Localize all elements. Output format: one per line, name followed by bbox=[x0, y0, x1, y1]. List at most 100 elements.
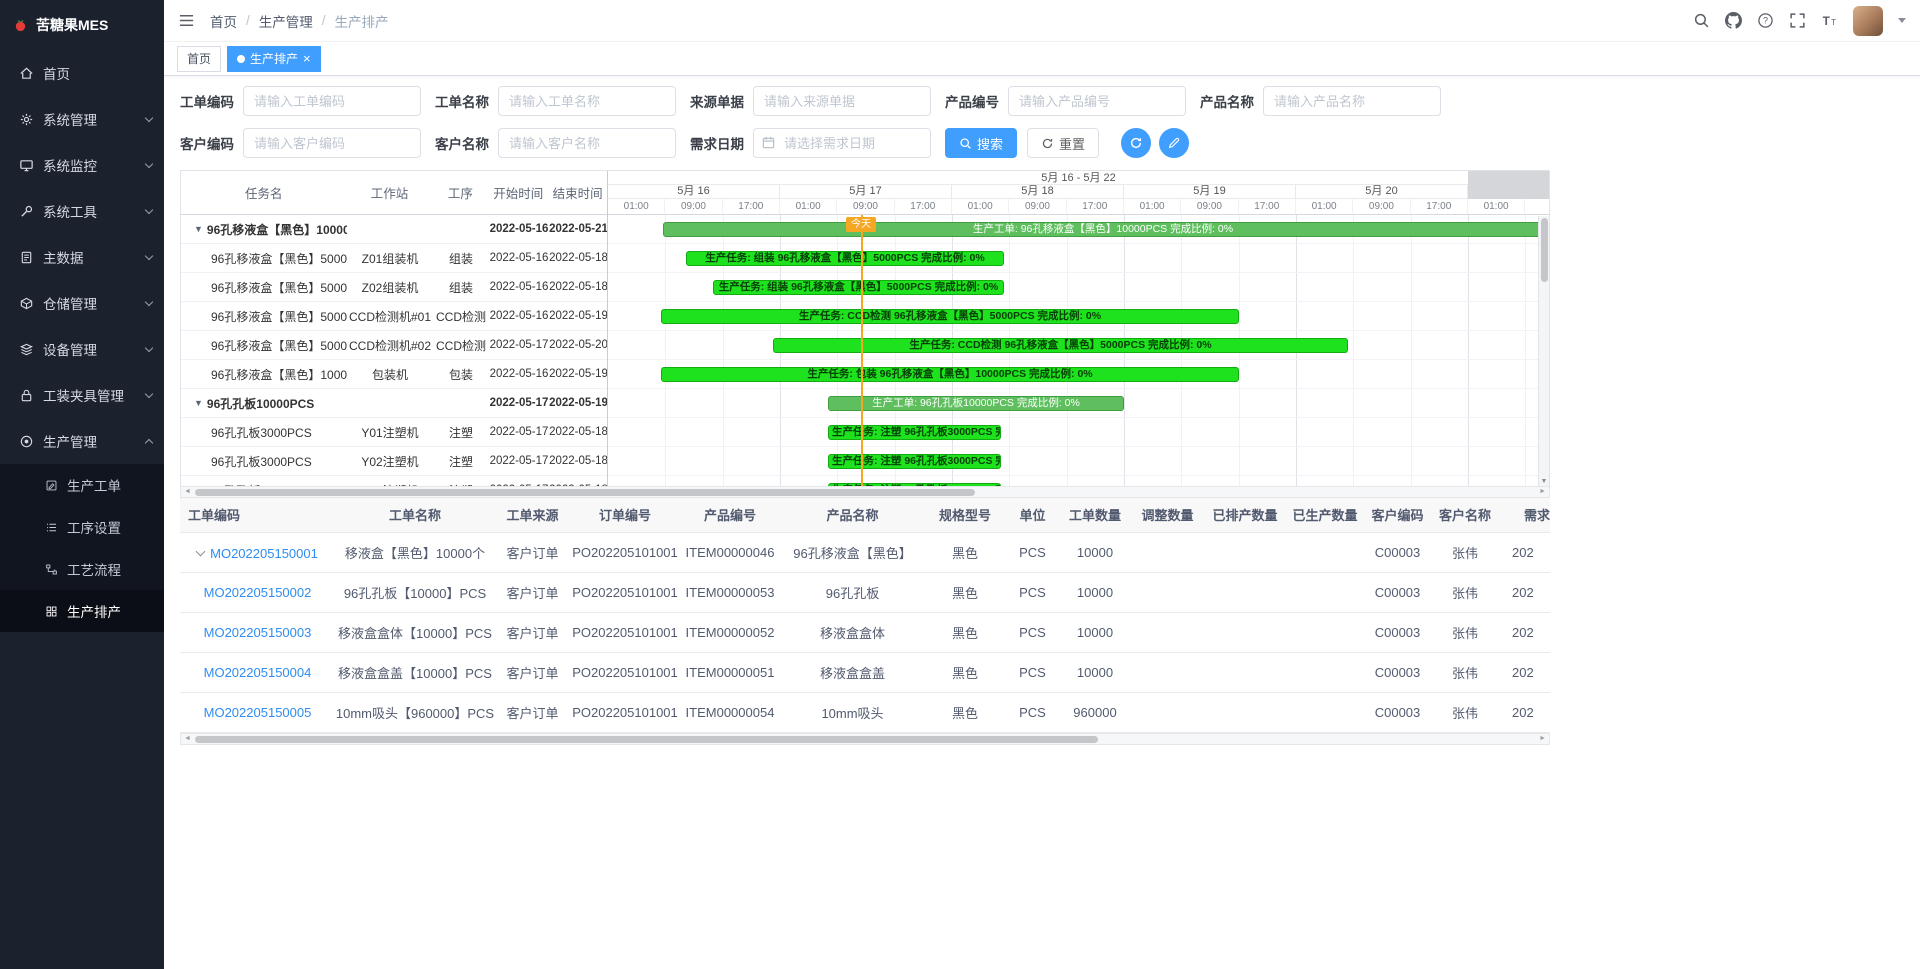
edit-button[interactable] bbox=[1159, 128, 1189, 158]
sidebar-item-system-tools[interactable]: 系统工具 bbox=[0, 188, 164, 234]
scrollbar-thumb[interactable] bbox=[195, 489, 975, 496]
sidebar-subitem-process-flow[interactable]: 工艺流程 bbox=[0, 548, 164, 590]
tab-production-scheduling[interactable]: 生产排产× bbox=[227, 46, 321, 72]
customer-code-input[interactable] bbox=[243, 128, 421, 158]
gantt-task-row[interactable]: 96孔移液盒【黑色】5000PCSCCD检测机#01CCD检测2022-05-1… bbox=[181, 302, 607, 331]
scroll-right-arrow[interactable]: ► bbox=[1539, 735, 1546, 742]
work-order-name-input[interactable] bbox=[498, 86, 676, 116]
work-order-link[interactable]: MO202205150004 bbox=[204, 665, 312, 680]
sidebar-item-system-management[interactable]: 系统管理 bbox=[0, 96, 164, 142]
table-row[interactable]: MO202205150004移液盒盒盖【10000】PCS客户订单PO20220… bbox=[180, 652, 1550, 692]
gantt-task-row[interactable]: ▼96孔移液盒【黑色】10000PCS2022-05-162022-05-21 bbox=[181, 215, 607, 244]
hamburger-icon[interactable] bbox=[178, 12, 195, 29]
customer-name-input[interactable] bbox=[498, 128, 676, 158]
table-row[interactable]: MO20220515000510mm吸头【960000】PCS客户订单PO202… bbox=[180, 692, 1550, 732]
fullscreen-icon[interactable] bbox=[1789, 12, 1806, 29]
gantt-vertical-scrollbar[interactable]: ▼ bbox=[1538, 216, 1549, 486]
orders-column-header: 产品名称 bbox=[780, 498, 925, 532]
gantt-task-row[interactable]: ▼96孔孔板10000PCS2022-05-172022-05-19 bbox=[181, 389, 607, 418]
gantt-task-process: 注塑 bbox=[433, 453, 489, 470]
expand-caret-icon[interactable] bbox=[196, 547, 206, 557]
work-order-link[interactable]: MO202205150001 bbox=[210, 546, 318, 561]
gantt-task-station: Y01注塑机 bbox=[347, 424, 433, 441]
svg-text:T: T bbox=[1831, 18, 1836, 27]
scroll-left-arrow[interactable]: ◄ bbox=[184, 488, 191, 495]
gantt-task-row[interactable]: 96孔孔板3000PCSY03注塑机注塑2022-05-172022-05-18 bbox=[181, 476, 607, 486]
sidebar-item-equipment-management[interactable]: 设备管理 bbox=[0, 326, 164, 372]
scrollbar-thumb[interactable] bbox=[195, 736, 1098, 743]
scroll-left-arrow[interactable]: ◄ bbox=[184, 735, 191, 742]
close-icon[interactable]: × bbox=[303, 52, 311, 65]
gantt-bar[interactable]: 生产任务: 组装 96孔移液盒【黑色】5000PCS 完成比例: 0% bbox=[686, 251, 1004, 266]
reset-button[interactable]: 重置 bbox=[1027, 128, 1099, 158]
orders-horizontal-scrollbar[interactable]: ◄ ► bbox=[180, 733, 1550, 745]
caret-down-icon[interactable]: ▼ bbox=[194, 398, 203, 408]
scrollbar-thumb[interactable] bbox=[1541, 218, 1548, 282]
gantt-bar[interactable]: 生产任务: CCD检测 96孔移液盒【黑色】5000PCS 完成比例: 0% bbox=[773, 338, 1348, 353]
gantt-task-name: 96孔孔板10000PCS bbox=[207, 395, 314, 412]
sidebar-item-production-management[interactable]: 生产管理 bbox=[0, 418, 164, 464]
product-name-input[interactable] bbox=[1263, 86, 1441, 116]
table-row[interactable]: MO20220515000296孔孔板【10000】PCS客户订单PO20220… bbox=[180, 572, 1550, 612]
work-order-link[interactable]: MO202205150005 bbox=[204, 705, 312, 720]
table-row[interactable]: MO202205150003移液盒盒体【10000】PCS客户订单PO20220… bbox=[180, 612, 1550, 652]
sidebar-subitem-label: 工艺流程 bbox=[67, 559, 121, 579]
gantt-bar[interactable]: 生产任务: 注塑 96孔孔板3000PCS 完成比例: 0% bbox=[828, 425, 1001, 440]
sidebar-subitem-production-scheduling[interactable]: 生产排产 bbox=[0, 590, 164, 632]
github-icon[interactable] bbox=[1725, 12, 1742, 29]
caret-down-icon[interactable] bbox=[1898, 18, 1906, 23]
refresh-gantt-button[interactable] bbox=[1121, 128, 1151, 158]
gantt-bar[interactable]: 生产任务: CCD检测 96孔移液盒【黑色】5000PCS 完成比例: 0% bbox=[661, 309, 1239, 324]
avatar[interactable] bbox=[1853, 6, 1883, 36]
sidebar-item-system-monitor[interactable]: 系统监控 bbox=[0, 142, 164, 188]
tab-home[interactable]: 首页 bbox=[177, 46, 221, 72]
gantt-task-end: 2022-05-21 bbox=[549, 223, 607, 235]
breadcrumb-item[interactable]: 首页 bbox=[210, 11, 237, 31]
gantt-task-name: 96孔孔板3000PCS bbox=[211, 424, 312, 441]
gantt-horizontal-scrollbar[interactable]: ◄ ► bbox=[180, 486, 1550, 498]
gantt-task-row[interactable]: 96孔孔板3000PCSY02注塑机注塑2022-05-172022-05-18 bbox=[181, 447, 607, 476]
sidebar-subitem-production-work-order[interactable]: 生产工单 bbox=[0, 464, 164, 506]
gantt-task-row[interactable]: 96孔移液盒【黑色】10000PCS包装机包装2022-05-162022-05… bbox=[181, 360, 607, 389]
gantt-task-row[interactable]: 96孔移液盒【黑色】5000PCSZ01组装机组装2022-05-162022-… bbox=[181, 244, 607, 273]
search-button[interactable]: 搜索 bbox=[945, 128, 1017, 158]
orders-cell: 10000 bbox=[1060, 652, 1130, 692]
gantt-bar[interactable]: 生产任务: 注塑 96孔孔板3000PCS 完成比例: 0% bbox=[828, 483, 1001, 486]
scroll-down-arrow[interactable]: ▼ bbox=[1539, 478, 1549, 485]
search-icon[interactable] bbox=[1693, 12, 1710, 29]
caret-down-icon[interactable]: ▼ bbox=[194, 224, 203, 234]
gantt-timeline-header: 5月 16 - 5月 22 5月 165月 175月 185月 195月 20 … bbox=[608, 171, 1549, 215]
orders-cell: ITEM00000052 bbox=[680, 612, 780, 652]
demand-date-input[interactable] bbox=[753, 128, 931, 158]
sidebar-subitem-process-settings[interactable]: 工序设置 bbox=[0, 506, 164, 548]
help-icon[interactable]: ? bbox=[1757, 12, 1774, 29]
gantt-bar[interactable]: 生产任务: 注塑 96孔孔板3000PCS 完成比例: 0% bbox=[828, 454, 1001, 469]
orders-cell bbox=[1285, 572, 1365, 612]
gantt-task-row[interactable]: 96孔移液盒【黑色】5000PCSCCD检测机#02CCD检测2022-05-1… bbox=[181, 331, 607, 360]
product-code-input[interactable] bbox=[1008, 86, 1186, 116]
work-order-link[interactable]: MO202205150003 bbox=[204, 625, 312, 640]
source-doc-input[interactable] bbox=[753, 86, 931, 116]
sidebar-item-fixture-management[interactable]: 工装夹具管理 bbox=[0, 372, 164, 418]
orders-column-header: 工单来源 bbox=[495, 498, 570, 532]
orders-cell bbox=[1130, 612, 1205, 652]
font-size-icon[interactable]: TT bbox=[1821, 12, 1838, 29]
gantt-bar-label: 生产任务: CCD检测 96孔移液盒【黑色】5000PCS 完成比例: 0% bbox=[799, 310, 1101, 323]
work-order-link[interactable]: MO202205150002 bbox=[204, 585, 312, 600]
gantt-bar[interactable]: 生产工单: 96孔移液盒【黑色】10000PCS 完成比例: 0% bbox=[663, 222, 1543, 237]
gantt-bar[interactable]: 生产任务: 包装 96孔移液盒【黑色】10000PCS 完成比例: 0% bbox=[661, 367, 1239, 382]
sidebar-item-master-data[interactable]: 主数据 bbox=[0, 234, 164, 280]
work-order-code-input[interactable] bbox=[243, 86, 421, 116]
edit-doc-icon bbox=[45, 479, 58, 492]
sidebar-item-home[interactable]: 首页 bbox=[0, 50, 164, 96]
gantt-bar[interactable]: 生产工单: 96孔孔板10000PCS 完成比例: 0% bbox=[828, 396, 1124, 411]
gantt-bar-label: 生产任务: 组装 96孔移液盒【黑色】5000PCS 完成比例: 0% bbox=[719, 281, 998, 294]
gantt-bar[interactable]: 生产任务: 组装 96孔移液盒【黑色】5000PCS 完成比例: 0% bbox=[713, 280, 1004, 295]
gantt-task-row[interactable]: 96孔孔板3000PCSY01注塑机注塑2022-05-172022-05-18 bbox=[181, 418, 607, 447]
sidebar-item-warehouse-management[interactable]: 仓储管理 bbox=[0, 280, 164, 326]
breadcrumb-item[interactable]: 生产管理 bbox=[259, 11, 313, 31]
scroll-right-arrow[interactable]: ► bbox=[1539, 488, 1546, 495]
table-row[interactable]: MO202205150001移液盒【黑色】10000个客户订单PO2022051… bbox=[180, 532, 1550, 572]
orders-cell bbox=[1205, 572, 1285, 612]
gantt-task-row[interactable]: 96孔移液盒【黑色】5000PCSZ02组装机组装2022-05-162022-… bbox=[181, 273, 607, 302]
